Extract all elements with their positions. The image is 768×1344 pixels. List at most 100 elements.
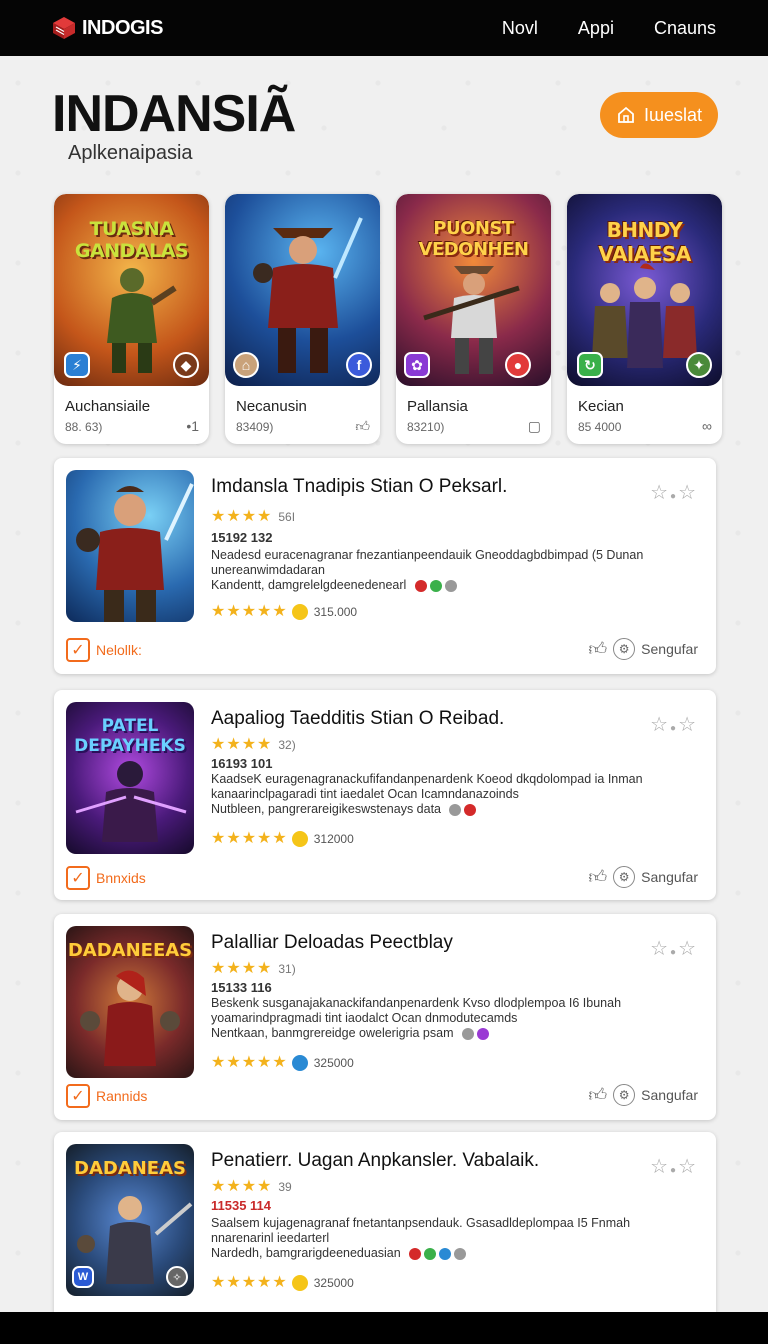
desc-line: Nardedh, bamgrarigdeeneduasian xyxy=(211,1246,401,1260)
featured-card[interactable]: TUASNA GANDALAS ⚡ ◆ Auchansiaile 88. 63)… xyxy=(54,194,209,444)
featured-card[interactable]: BHNDY VAIAESA ↻ ✦ Kecian 85 4000 ∞ xyxy=(567,194,722,444)
item-code: 15192 132 xyxy=(211,530,273,545)
nav-link-2[interactable]: Appi xyxy=(578,18,614,39)
item-title: Penatierr. Uagan Anpkansler. Vabalaik. xyxy=(211,1150,540,1171)
warrior-figure xyxy=(80,970,180,1066)
bottom-bar xyxy=(0,1312,768,1344)
card-count: 83409) xyxy=(236,420,274,434)
game-thumbnail: DADANEEAS xyxy=(66,926,194,1078)
action-label[interactable]: Sangufar xyxy=(641,869,698,885)
logo[interactable]: INDOGIS xyxy=(52,16,163,40)
featured-card[interactable]: ⌂ f Necanusin 83409) 👍︎ xyxy=(225,194,380,444)
favorite-icons[interactable]: ☆●☆ xyxy=(650,936,698,961)
platform-dots xyxy=(414,579,457,592)
item-description: KaadseK euragenagranackufifandanpenarden… xyxy=(211,772,681,817)
star-rating: ★★★★ 32) xyxy=(211,736,296,753)
install-label: Iɯeslat xyxy=(643,104,703,125)
favorite-icons[interactable]: ☆●☆ xyxy=(650,1154,698,1179)
game-badge-icon: ↻ xyxy=(577,352,603,378)
hero-figure xyxy=(252,217,363,373)
nav-link-3[interactable]: Cnauns xyxy=(654,18,716,39)
game-thumbnail: PATEL DEPAYHEKS xyxy=(66,702,194,854)
game-art: BHNDY VAIAESA ↻ ✦ xyxy=(567,194,722,386)
item-code: 16193 101 xyxy=(211,756,273,771)
desc-line: Nutbleen, pangrerareigikeswstenays data xyxy=(211,802,441,816)
checkbox-icon[interactable]: ✓ xyxy=(66,638,90,662)
art-title: TUASNA GANDALAS xyxy=(74,218,189,262)
item-actions: 👍︎ ⚙ Sengufar xyxy=(588,638,698,660)
rating-count: 39 xyxy=(278,1180,292,1194)
like-icon[interactable]: 👍︎ xyxy=(355,418,370,435)
record-icon: ● xyxy=(505,352,531,378)
platform-dots xyxy=(409,1247,467,1260)
price: 312000 xyxy=(313,832,354,846)
app-badge-icon: W xyxy=(72,1266,94,1288)
warrior-figure xyxy=(106,268,177,373)
rating-count: 56I xyxy=(278,510,296,524)
checkbox-icon[interactable]: ✓ xyxy=(66,1084,90,1108)
house-icon xyxy=(618,106,634,123)
desc-line: kanaarinclpagaradi tint iaedalet Ocan Ic… xyxy=(211,787,519,801)
checkbox-icon[interactable]: ✓ xyxy=(66,866,90,890)
action-label[interactable]: Sengufar xyxy=(641,641,698,657)
square-icon[interactable]: ▢ xyxy=(528,418,541,435)
settings-icon[interactable]: ⚙ xyxy=(613,638,636,660)
favorite-icons[interactable]: ☆●☆ xyxy=(650,480,698,505)
check-label: Nelollk: xyxy=(96,642,142,658)
settings-icon[interactable]: ⚙ xyxy=(613,866,636,888)
card-title: Necanusin xyxy=(236,398,307,415)
page-subtitle: Aplkenaipasia xyxy=(68,142,193,164)
desc-line: Beskenk susganajakanackifandanpenardenk … xyxy=(211,996,622,1010)
list-item[interactable]: DADANEEAS Palalliar Deloadas Peectblay ★… xyxy=(54,914,716,1120)
list-item[interactable]: PATEL DEPAYHEKS Aapaliog Taedditis Stian… xyxy=(54,690,716,900)
coin-icon xyxy=(291,830,308,847)
settings-icon[interactable]: ⚙ xyxy=(613,1084,636,1106)
star-rating: ★★★★ 39 xyxy=(211,1178,292,1195)
platform-dots xyxy=(449,803,477,816)
main-nav: Novl Appi Cnauns xyxy=(502,18,716,39)
price: 325000 xyxy=(313,1276,354,1290)
top-nav-bar: INDOGIS Novl Appi Cnauns xyxy=(0,0,768,56)
desc-line: KaadseK euragenagranackufifandanpenarden… xyxy=(211,772,643,786)
list-item[interactable]: Imdansla Tnadipis Stian O Peksarl. ★★★★ 5… xyxy=(54,458,716,674)
coin-icon xyxy=(291,603,308,620)
platform-dots xyxy=(461,1027,489,1040)
desc-line-with-badges: Kandentt, damgrelelgdeenedenearl xyxy=(211,578,681,593)
main-content: INDANSIÃ Aplkenaipasia Iɯeslat TUASNA GA… xyxy=(0,56,768,1312)
game-art: ⌂ f xyxy=(225,194,380,386)
art-title: PUONST VEDONHEN xyxy=(418,218,529,260)
action-label[interactable]: Sangufar xyxy=(641,1087,698,1103)
game-thumbnail: DADANEAS W ✧ xyxy=(66,1144,194,1296)
desc-line-with-badges: Nardedh, bamgrarigdeeneduasian xyxy=(211,1246,681,1261)
check-label: Bnnxids xyxy=(96,870,146,886)
featured-card[interactable]: PUONST VEDONHEN ✿ ● Pallansia 83210) ▢ xyxy=(396,194,551,444)
card-title: Pallansia xyxy=(407,398,468,415)
desc-line: yoamarindpragmadi tint iaodalct Ocan dnm… xyxy=(211,1011,518,1025)
star-rating: ★★★★ 56I xyxy=(211,508,296,525)
nav-link-1[interactable]: Novl xyxy=(502,18,538,39)
item-title: Palalliar Deloadas Peectblay xyxy=(211,932,453,953)
list-item[interactable]: DADANEAS W ✧ Penatierr. Uagan Anpkansler… xyxy=(54,1132,716,1312)
favorite-icons[interactable]: ☆●☆ xyxy=(650,712,698,737)
like-icon[interactable]: 👍︎ xyxy=(588,866,607,888)
item-actions: 👍︎ ⚙ Sangufar xyxy=(588,1084,698,1106)
link-icon[interactable]: ∞ xyxy=(702,418,712,434)
coin-icon xyxy=(291,1274,308,1291)
hero-figure xyxy=(76,483,194,622)
like-icon[interactable]: 👍︎ xyxy=(588,638,607,660)
card-meta: •1 xyxy=(186,418,199,434)
desc-line: Nentkaan, banmgrereidge owelerigria psam xyxy=(211,1026,454,1040)
page-title: INDANSIÃ xyxy=(52,85,296,143)
price-rating: ★★★★★ 312000 xyxy=(211,830,354,847)
like-icon[interactable]: 👍︎ xyxy=(588,1084,607,1106)
game-badge-icon: ✿ xyxy=(404,352,430,378)
item-code: 11535 114 xyxy=(211,1198,272,1213)
install-button[interactable]: Iɯeslat xyxy=(600,92,718,138)
rating-count: 32) xyxy=(278,738,296,752)
price: 315.000 xyxy=(313,605,358,619)
house-avatar-icon: ⌂ xyxy=(233,352,259,378)
facebook-icon: f xyxy=(346,352,372,378)
desc-line-with-badges: Nentkaan, banmgrereidge owelerigria psam xyxy=(211,1026,681,1041)
desc-line: nnarenarinl ieedarterl xyxy=(211,1231,330,1245)
emblem-icon: ✦ xyxy=(686,352,712,378)
